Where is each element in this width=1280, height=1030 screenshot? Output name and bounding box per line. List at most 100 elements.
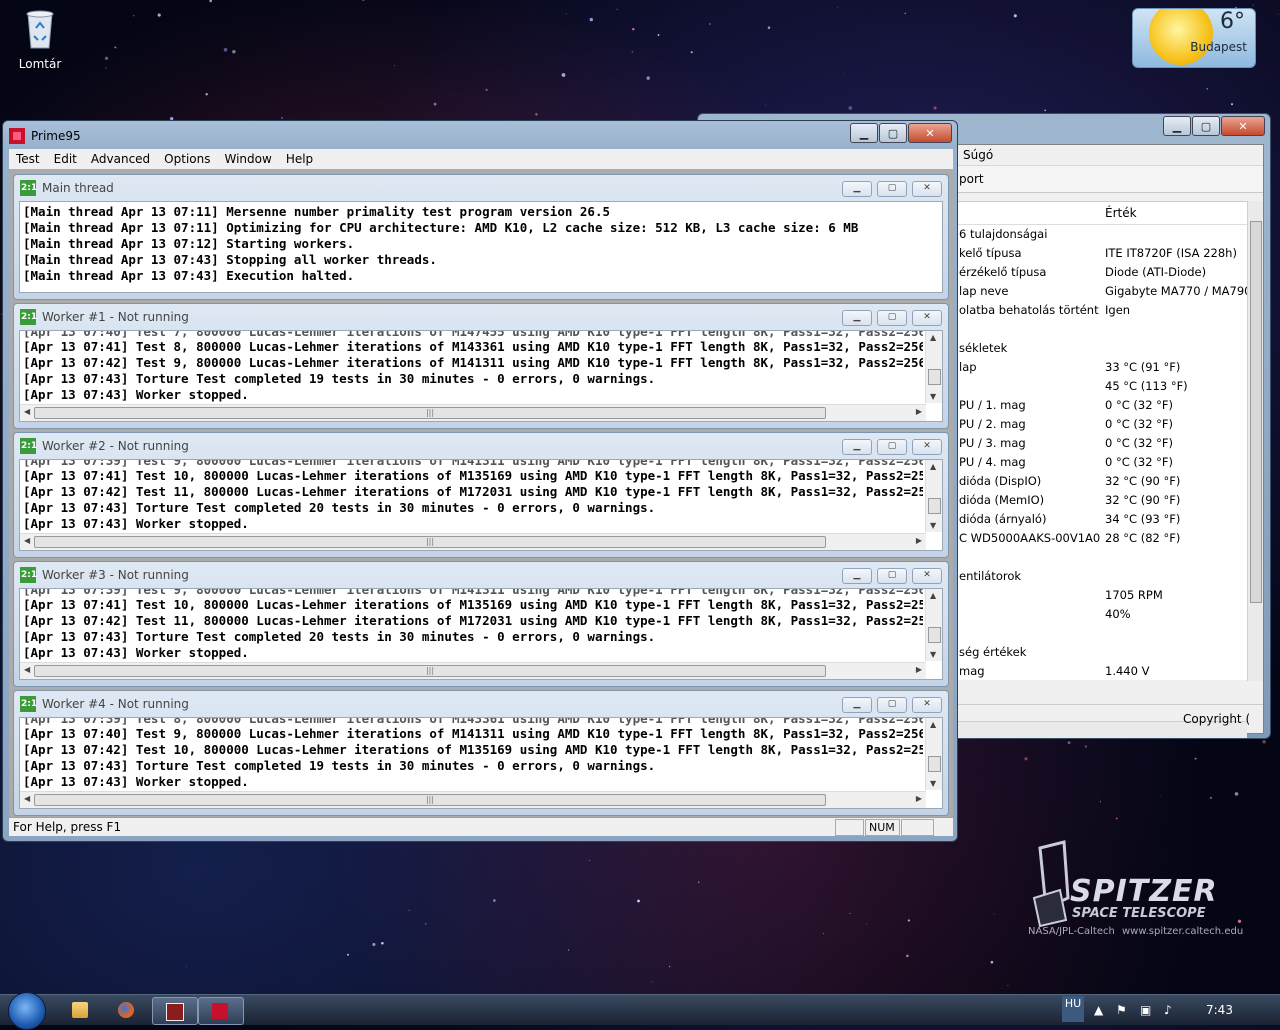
maximize-button[interactable]: ▢ <box>877 439 907 455</box>
sensor-row[interactable]: lap neve Gigabyte MA770 / MA790F <box>957 282 1247 301</box>
taskbar-firefox[interactable] <box>105 997 149 1023</box>
scroll-right-icon[interactable]: ▶ <box>916 665 922 674</box>
minimize-button[interactable]: ▁ <box>842 697 872 713</box>
sensor-row[interactable]: PU / 2. mag 0 °C (32 °F) <box>957 415 1247 434</box>
close-button[interactable]: ✕ <box>912 310 942 326</box>
log-area[interactable]: [Apr 13 07:40] Test 7, 800000 Lucas-Lehm… <box>19 330 943 422</box>
close-button[interactable]: ✕ <box>912 568 942 584</box>
log-area[interactable]: [Main thread Apr 13 07:11] Mersenne numb… <box>19 201 943 293</box>
network-icon[interactable]: ▣ <box>1140 1003 1151 1017</box>
menu-advanced[interactable]: Advanced <box>84 149 157 169</box>
sensor-row[interactable]: mag 1.440 V <box>957 662 1247 680</box>
sensor-row[interactable]: PU / 4. mag 0 °C (32 °F) <box>957 453 1247 472</box>
menu-edit[interactable]: Edit <box>47 149 84 169</box>
menu-help[interactable]: Help <box>279 149 320 169</box>
sensor-row[interactable]: ség értékek <box>957 643 1247 662</box>
scroll-thumb[interactable] <box>928 369 941 385</box>
language-indicator[interactable]: HU <box>1062 996 1084 1022</box>
toolbar-report[interactable]: port <box>957 166 1263 193</box>
menu-options[interactable]: Options <box>157 149 217 169</box>
minimize-button[interactable]: ▁ <box>842 310 872 326</box>
scroll-thumb[interactable]: ||| <box>34 665 826 677</box>
scroll-thumb[interactable] <box>928 498 941 514</box>
close-button[interactable]: ✕ <box>1221 116 1265 136</box>
menu-test[interactable]: Test <box>9 149 47 169</box>
worker-window-4[interactable]: 2:1 Worker #4 - Not running ▁ ▢ ✕ [Apr 13 07:… <box>13 690 949 816</box>
taskbar-hwmonitor[interactable] <box>152 997 198 1025</box>
maximize-button[interactable]: ▢ <box>877 568 907 584</box>
log-area[interactable]: [Apr 13 07:39] Test 9, 800000 Lucas-Lehm… <box>19 588 943 680</box>
scroll-down-icon[interactable]: ▼ <box>930 521 936 530</box>
sensor-row[interactable]: 6 tulajdonságai <box>957 225 1247 244</box>
main-thread-window[interactable]: 2:1 Main thread ▁ ▢ ✕ [Main thread Apr 1… <box>13 174 949 300</box>
scroll-right-icon[interactable]: ▶ <box>916 536 922 545</box>
maximize-button[interactable]: ▢ <box>877 181 907 197</box>
horizontal-scrollbar[interactable]: ◀ ||| ▶ <box>20 404 926 421</box>
worker-window-2[interactable]: 2:1 Worker #2 - Not running ▁ ▢ ✕ [Apr 13 07:… <box>13 432 949 558</box>
scroll-right-icon[interactable]: ▶ <box>916 794 922 803</box>
volume-icon[interactable]: ♪ <box>1164 1003 1172 1017</box>
vertical-scrollbar[interactable]: ▲ ▼ <box>925 589 942 661</box>
maximize-button[interactable]: ▢ <box>877 697 907 713</box>
sensor-row[interactable]: 1705 RPM <box>957 586 1247 605</box>
scroll-thumb[interactable] <box>928 756 941 772</box>
maximize-button[interactable]: ▢ <box>879 123 907 143</box>
menu-item-help[interactable]: Súgó <box>957 145 1263 166</box>
scroll-down-icon[interactable]: ▼ <box>930 779 936 788</box>
minimize-button[interactable]: ▁ <box>842 439 872 455</box>
horizontal-scrollbar[interactable]: ◀ ||| ▶ <box>20 791 926 808</box>
sensor-row[interactable]: entilátorok <box>957 567 1247 586</box>
scroll-thumb[interactable] <box>928 627 941 643</box>
scroll-up-icon[interactable]: ▲ <box>930 720 936 729</box>
vertical-scrollbar[interactable]: ▲ ▼ <box>925 331 942 403</box>
sensor-row[interactable]: PU / 3. mag 0 °C (32 °F) <box>957 434 1247 453</box>
scroll-up-icon[interactable]: ▲ <box>930 591 936 600</box>
log-area[interactable]: [Apr 13 07:39] Test 9, 800000 Lucas-Lehm… <box>19 459 943 551</box>
sensor-row[interactable]: olatba behatolás történt Igen <box>957 301 1247 320</box>
sensor-row[interactable]: 40% <box>957 605 1247 624</box>
taskbar-explorer[interactable] <box>59 997 103 1023</box>
minimize-button[interactable]: ▁ <box>850 123 878 143</box>
horizontal-scrollbar[interactable]: ◀ ||| ▶ <box>20 533 926 550</box>
sensor-row[interactable]: dióda (MemIO) 32 °C (90 °F) <box>957 491 1247 510</box>
scroll-down-icon[interactable]: ▼ <box>930 650 936 659</box>
close-button[interactable]: ✕ <box>912 697 942 713</box>
worker-window-1[interactable]: 2:1 Worker #1 - Not running ▁ ▢ ✕ [Apr 13 07:… <box>13 303 949 429</box>
vertical-scrollbar[interactable]: ▲ ▼ <box>925 460 942 532</box>
recycle-bin[interactable]: Lomtár <box>14 6 66 71</box>
minimize-button[interactable]: ▁ <box>1163 116 1191 136</box>
sensor-row[interactable]: érzékelő típusa Diode (ATI-Diode) <box>957 263 1247 282</box>
scroll-thumb[interactable]: ||| <box>34 536 826 548</box>
maximize-button[interactable]: ▢ <box>1192 116 1220 136</box>
sensor-row[interactable]: kelő típusa ITE IT8720F (ISA 228h) <box>957 244 1247 263</box>
prime95-window[interactable]: Prime95 ▁ ▢ ✕ Test Edit Advanced Options… <box>2 120 958 842</box>
sensor-row[interactable]: dióda (árnyaló) 34 °C (93 °F) <box>957 510 1247 529</box>
action-center-flag-icon[interactable]: ⚑ <box>1116 1003 1127 1017</box>
sensor-row[interactable]: 45 °C (113 °F) <box>957 377 1247 396</box>
scroll-up-icon[interactable]: ▲ <box>930 462 936 471</box>
clock[interactable]: 7:43 <box>1206 1003 1233 1017</box>
scroll-thumb[interactable]: ||| <box>34 407 826 419</box>
scroll-down-icon[interactable]: ▼ <box>930 392 936 401</box>
taskbar-prime95[interactable] <box>198 997 244 1025</box>
show-hidden-icons[interactable]: ▲ <box>1094 1003 1103 1017</box>
sensor-row[interactable] <box>957 548 1247 567</box>
sensor-row[interactable]: dióda (DispIO) 32 °C (90 °F) <box>957 472 1247 491</box>
sensor-row[interactable]: sékletek <box>957 339 1247 358</box>
sensor-row[interactable]: PU / 1. mag 0 °C (32 °F) <box>957 396 1247 415</box>
sensor-row[interactable] <box>957 624 1247 643</box>
minimize-button[interactable]: ▁ <box>842 181 872 197</box>
weather-gadget[interactable]: 6° Budapest <box>1132 8 1256 68</box>
scroll-left-icon[interactable]: ◀ <box>24 794 30 803</box>
sensor-row[interactable] <box>957 320 1247 339</box>
maximize-button[interactable]: ▢ <box>877 310 907 326</box>
close-button[interactable]: ✕ <box>912 181 942 197</box>
vertical-scrollbar[interactable] <box>1247 201 1263 681</box>
scroll-left-icon[interactable]: ◀ <box>24 665 30 674</box>
horizontal-scrollbar[interactable]: ◀ ||| ▶ <box>20 662 926 679</box>
scroll-left-icon[interactable]: ◀ <box>24 407 30 416</box>
column-value[interactable]: Érték <box>1105 202 1137 224</box>
log-area[interactable]: [Apr 13 07:39] Test 8, 800000 Lucas-Lehm… <box>19 717 943 809</box>
menu-window[interactable]: Window <box>217 149 278 169</box>
scroll-thumb[interactable]: ||| <box>34 794 826 806</box>
